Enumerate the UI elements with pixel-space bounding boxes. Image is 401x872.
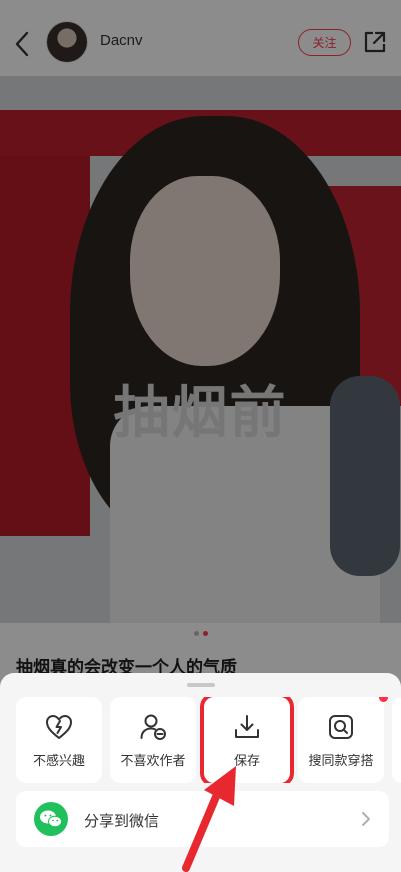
- wechat-icon: [34, 802, 68, 836]
- annotation-arrow-icon: [182, 766, 236, 872]
- not-interested-label: 不感兴趣: [32, 754, 85, 769]
- chevron-right-icon: [362, 812, 370, 826]
- download-icon: [232, 712, 262, 742]
- notification-dot: [379, 697, 388, 702]
- image-search-icon: [326, 712, 356, 742]
- not-interested-button[interactable]: 不感兴趣: [16, 697, 102, 783]
- share-to-wechat-label: 分享到微信: [84, 812, 160, 830]
- user-minus-icon: [138, 712, 168, 742]
- search-same-outfit-label: 搜同款穿搭: [308, 754, 374, 769]
- dislike-author-label: 不喜欢作者: [120, 754, 186, 769]
- sheet-drag-handle[interactable]: [187, 683, 215, 687]
- search-same-outfit-button[interactable]: 搜同款穿搭: [298, 697, 388, 783]
- more-action-button[interactable]: [392, 697, 401, 783]
- broken-heart-icon: [44, 712, 74, 742]
